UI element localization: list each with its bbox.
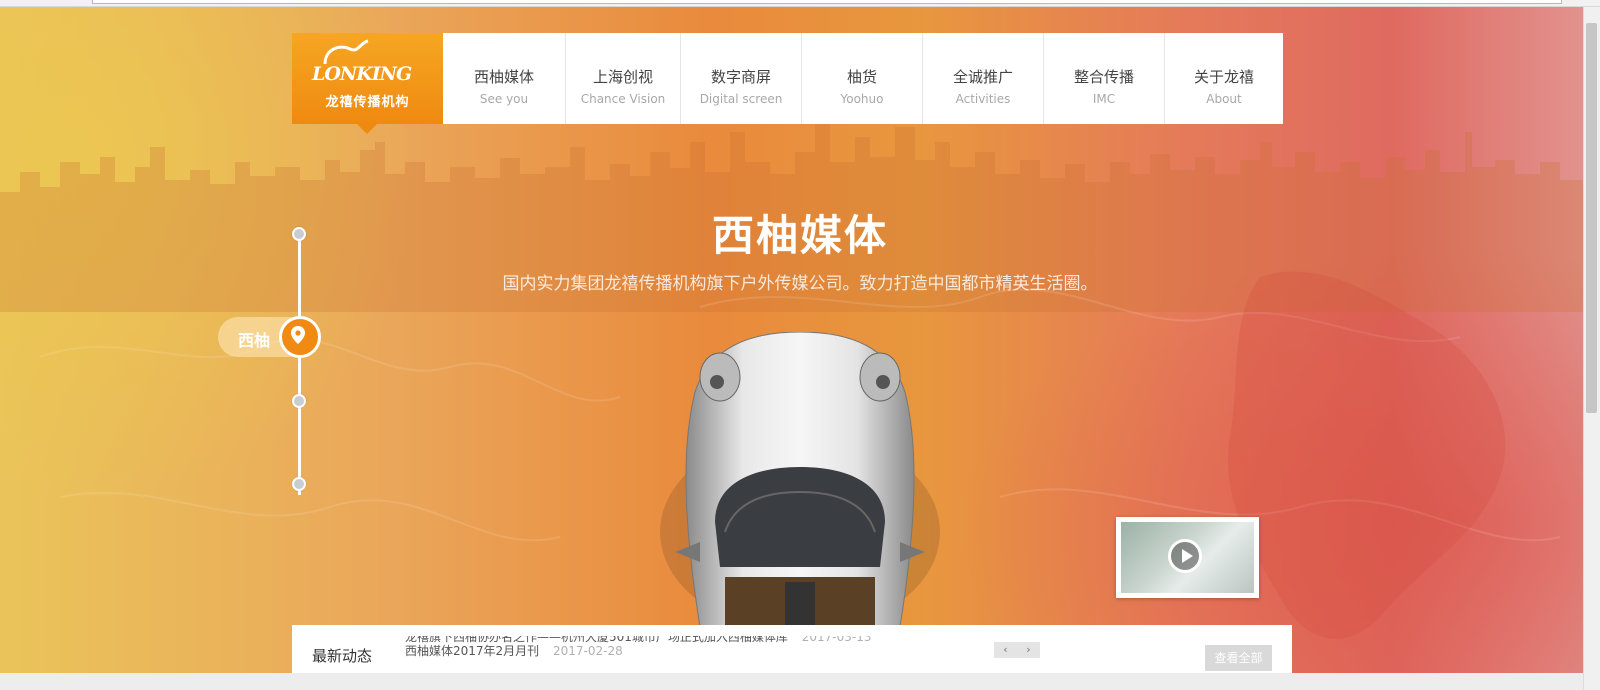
hero-subtitle: 国内实力集团龙禧传播机构旗下户外传媒公司。致力打造中国都市精英生活圈。 bbox=[502, 274, 1098, 294]
timeline-dot[interactable] bbox=[292, 227, 306, 241]
news-heading: 最新动态 bbox=[312, 647, 373, 665]
nav-item-cn-label: 上海创视 bbox=[592, 68, 653, 86]
nav-item-cn-label: 西柚媒体 bbox=[473, 68, 534, 86]
nav-item-en-label: Activities bbox=[955, 92, 1011, 106]
news-ticker: 龙禧旗下西柚协办名之作——杭州大厦501城市广场正式加入西柚媒体库 2017-0… bbox=[405, 636, 965, 658]
nav-item-en-label: Yoohuo bbox=[840, 92, 884, 106]
chevron-left-icon[interactable]: ‹ bbox=[994, 642, 1017, 658]
nav-menu: 西柚媒体 See you 上海创视 Chance Vision 数字商屏 Dig… bbox=[443, 33, 1283, 124]
location-pin-icon bbox=[291, 326, 305, 344]
nav-item-seeyou[interactable]: 西柚媒体 See you bbox=[443, 33, 565, 124]
nav-item-cn-label: 整合传播 bbox=[1073, 68, 1134, 86]
nav-item-en-label: See you bbox=[479, 92, 529, 106]
timeline-track bbox=[298, 239, 301, 495]
nav-item-cn-label: 关于龙禧 bbox=[1193, 68, 1254, 86]
nav-item-digital-screen[interactable]: 数字商屏 Digital screen bbox=[680, 33, 801, 124]
news-item[interactable]: 龙禧旗下西柚协办名之作——杭州大厦501城市广场正式加入西柚媒体库 2017-0… bbox=[405, 636, 965, 644]
news-item-text: 西柚媒体2017年2月月刊 bbox=[405, 644, 540, 658]
news-item-date: 2017-03-13 bbox=[801, 636, 872, 644]
active-nav-pointer bbox=[357, 124, 377, 134]
chevron-right-icon[interactable]: › bbox=[1017, 642, 1040, 658]
news-item-text: 龙禧旗下西柚协办名之作——杭州大厦501城市广场正式加入西柚媒体库 bbox=[405, 636, 788, 644]
main-navigation: LONKING 龙禧传播机构 西柚媒体 See you 上海创视 Chance … bbox=[292, 33, 1283, 134]
scrollbar-thumb[interactable] bbox=[1586, 23, 1597, 413]
news-bar: 最新动态 龙禧旗下西柚协办名之作——杭州大厦501城市广场正式加入西柚媒体库 2… bbox=[292, 625, 1292, 673]
logo-brand-text: LONKING bbox=[312, 63, 412, 85]
news-item[interactable]: 西柚媒体2017年2月月刊 2017-02-28 bbox=[405, 644, 965, 658]
video-thumbnail[interactable] bbox=[1116, 517, 1259, 598]
address-bar[interactable] bbox=[92, 0, 1562, 4]
hero-banner: LONKING 龙禧传播机构 西柚媒体 See you 上海创视 Chance … bbox=[0, 7, 1583, 673]
news-pager: ‹ › bbox=[994, 642, 1040, 658]
browser-top-bar bbox=[0, 0, 1600, 7]
news-item-date: 2017-02-28 bbox=[553, 644, 623, 658]
nav-item-imc[interactable]: 整合传播 IMC bbox=[1043, 33, 1164, 124]
hero-title: 西柚媒体 bbox=[711, 211, 888, 260]
nav-item-en-label: Digital screen bbox=[699, 92, 783, 106]
timeline-active-label: 西柚 bbox=[238, 331, 271, 350]
nav-item-chance-vision[interactable]: 上海创视 Chance Vision bbox=[565, 33, 680, 124]
page-scrollbar[interactable] bbox=[1583, 7, 1600, 690]
nav-item-about[interactable]: 关于龙禧 About bbox=[1164, 33, 1283, 124]
nav-item-en-label: IMC bbox=[1092, 92, 1116, 106]
car-image bbox=[660, 332, 940, 627]
nav-item-cn-label: 柚货 bbox=[846, 68, 877, 86]
nav-item-cn-label: 全诚推广 bbox=[952, 68, 1013, 86]
nav-item-activities[interactable]: 全诚推广 Activities bbox=[922, 33, 1043, 124]
nav-item-cn-label: 数字商屏 bbox=[710, 68, 771, 86]
timeline-dot[interactable] bbox=[292, 477, 306, 491]
page-bottom-edge bbox=[0, 673, 1583, 690]
view-all-button[interactable]: 查看全部 bbox=[1205, 645, 1272, 671]
lonking-logo[interactable]: LONKING 龙禧传播机构 bbox=[292, 33, 443, 134]
logo-chinese-text: 龙禧传播机构 bbox=[325, 95, 410, 110]
nav-item-en-label: About bbox=[1206, 92, 1242, 106]
video-preview-image bbox=[1121, 522, 1254, 593]
nav-item-yoohuo[interactable]: 柚货 Yoohuo bbox=[801, 33, 922, 124]
timeline-active-node[interactable] bbox=[279, 316, 321, 358]
nav-item-en-label: Chance Vision bbox=[580, 92, 666, 106]
timeline-dot[interactable] bbox=[292, 394, 306, 408]
play-icon[interactable] bbox=[1168, 539, 1202, 573]
